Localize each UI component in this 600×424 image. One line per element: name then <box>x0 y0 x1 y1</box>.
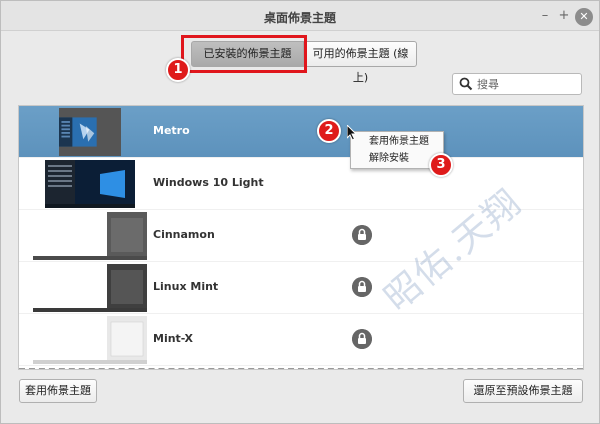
theme-row-linux-mint[interactable]: Linux Mint <box>19 262 583 314</box>
search-icon <box>459 77 473 91</box>
list-scroll-indicator <box>19 368 583 369</box>
menu-item-apply-theme[interactable]: 套用佈景主題 <box>351 133 443 150</box>
annotation-badge-2: 2 <box>317 119 341 143</box>
theme-name: Metro <box>153 124 190 137</box>
theme-name: Linux Mint <box>153 280 219 293</box>
theme-preview-cinnamon <box>33 212 147 260</box>
highlight-box <box>181 35 307 73</box>
maximize-button[interactable]: + <box>555 7 573 25</box>
restore-default-button[interactable]: 還原至預設佈景主題 <box>463 379 583 403</box>
theme-name: Mint-X <box>153 332 193 345</box>
search-input[interactable] <box>477 76 577 92</box>
window-title: 桌面佈景主題 <box>263 11 336 25</box>
apply-theme-button[interactable]: 套用佈景主題 <box>19 379 97 403</box>
theme-name: Windows 10 Light <box>153 176 264 189</box>
theme-preview-windows10 <box>45 160 135 208</box>
annotation-badge-1: 1 <box>166 58 190 82</box>
theme-preview-linux-mint <box>33 264 147 312</box>
annotation-badge-3: 3 <box>429 153 453 177</box>
theme-row-mint-x[interactable]: Mint-X <box>19 314 583 366</box>
lock-icon <box>352 329 372 349</box>
theme-name: Cinnamon <box>153 228 215 241</box>
theme-preview-mint-x <box>33 316 147 364</box>
title-bar: 桌面佈景主題 – + ✕ <box>1 1 599 31</box>
lock-icon <box>352 277 372 297</box>
lock-icon <box>352 225 372 245</box>
search-box[interactable] <box>452 73 582 95</box>
minimize-button[interactable]: – <box>536 7 554 25</box>
theme-row-metro[interactable]: Metro <box>19 106 583 158</box>
themes-window: 桌面佈景主題 – + ✕ 已安裝的佈景主題 可用的佈景主題 (線上) 搜尋 Me… <box>0 0 600 424</box>
close-button[interactable]: ✕ <box>575 8 593 26</box>
tab-online-themes[interactable]: 可用的佈景主題 (線上) <box>304 41 417 84</box>
mouse-cursor-icon <box>347 125 357 141</box>
theme-preview-metro <box>59 108 121 156</box>
